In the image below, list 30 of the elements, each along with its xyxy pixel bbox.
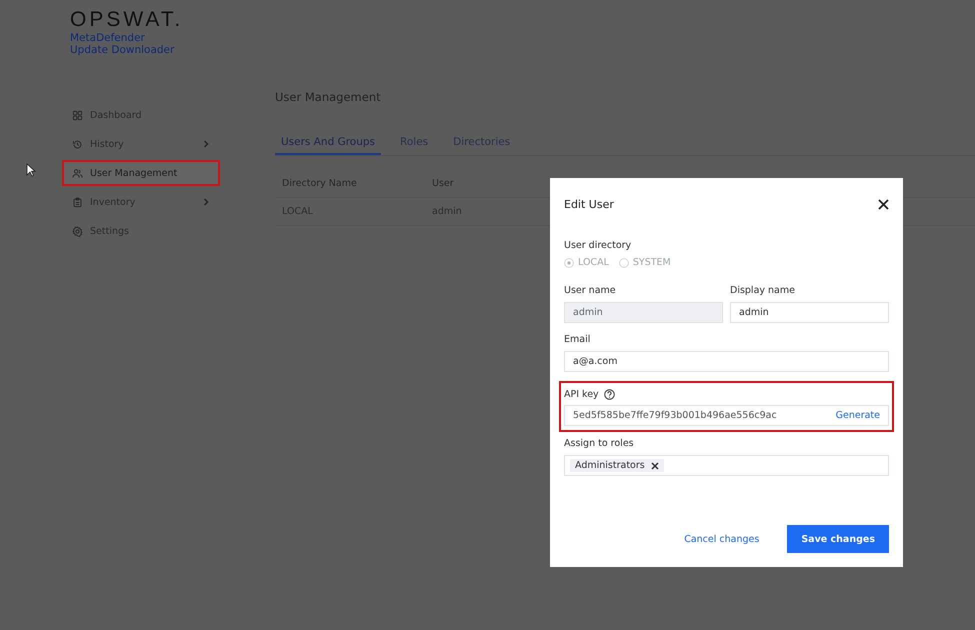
nav-icon (72, 196, 83, 208)
page-title: User Management (275, 90, 382, 104)
help-icon[interactable] (604, 389, 615, 400)
tag-label: Administrators (575, 460, 645, 471)
cancel-button[interactable]: Cancel changes (672, 526, 772, 552)
field-label: User directory (564, 240, 632, 251)
nav-icon (72, 168, 83, 178)
email-field[interactable]: a@a.com (564, 351, 889, 372)
logo-wordmark: OPSWAT. (70, 8, 184, 32)
tab[interactable]: Users And Groups (275, 136, 382, 155)
generate-link[interactable]: Generate (836, 410, 880, 421)
nav-icon (72, 138, 83, 150)
mouse-pointer-icon (26, 163, 36, 177)
nav-icon (72, 110, 83, 120)
remove-icon[interactable] (650, 462, 659, 470)
field-label: API key (564, 389, 599, 400)
text-field[interactable]: admin (730, 302, 889, 323)
sidebar-item[interactable]: User Management (62, 160, 220, 186)
dialog-title: Edit User (564, 198, 614, 211)
api-key-field[interactable]: 5ed5f585be7ffe79f93b001b496ae556c9ac Generate (564, 405, 889, 426)
nav-icon (72, 226, 83, 236)
field-label: User name (564, 285, 617, 296)
product-name: Update Downloader (70, 44, 176, 56)
product-name: MetaDefender (70, 32, 146, 44)
close-icon[interactable] (878, 199, 889, 210)
field-label: Email (564, 334, 592, 345)
roles-field[interactable]: Administrators (564, 455, 889, 476)
save-button[interactable]: Save changes (787, 525, 889, 553)
field-label: Display name (730, 285, 796, 296)
field-label: Assign to roles (564, 438, 635, 449)
